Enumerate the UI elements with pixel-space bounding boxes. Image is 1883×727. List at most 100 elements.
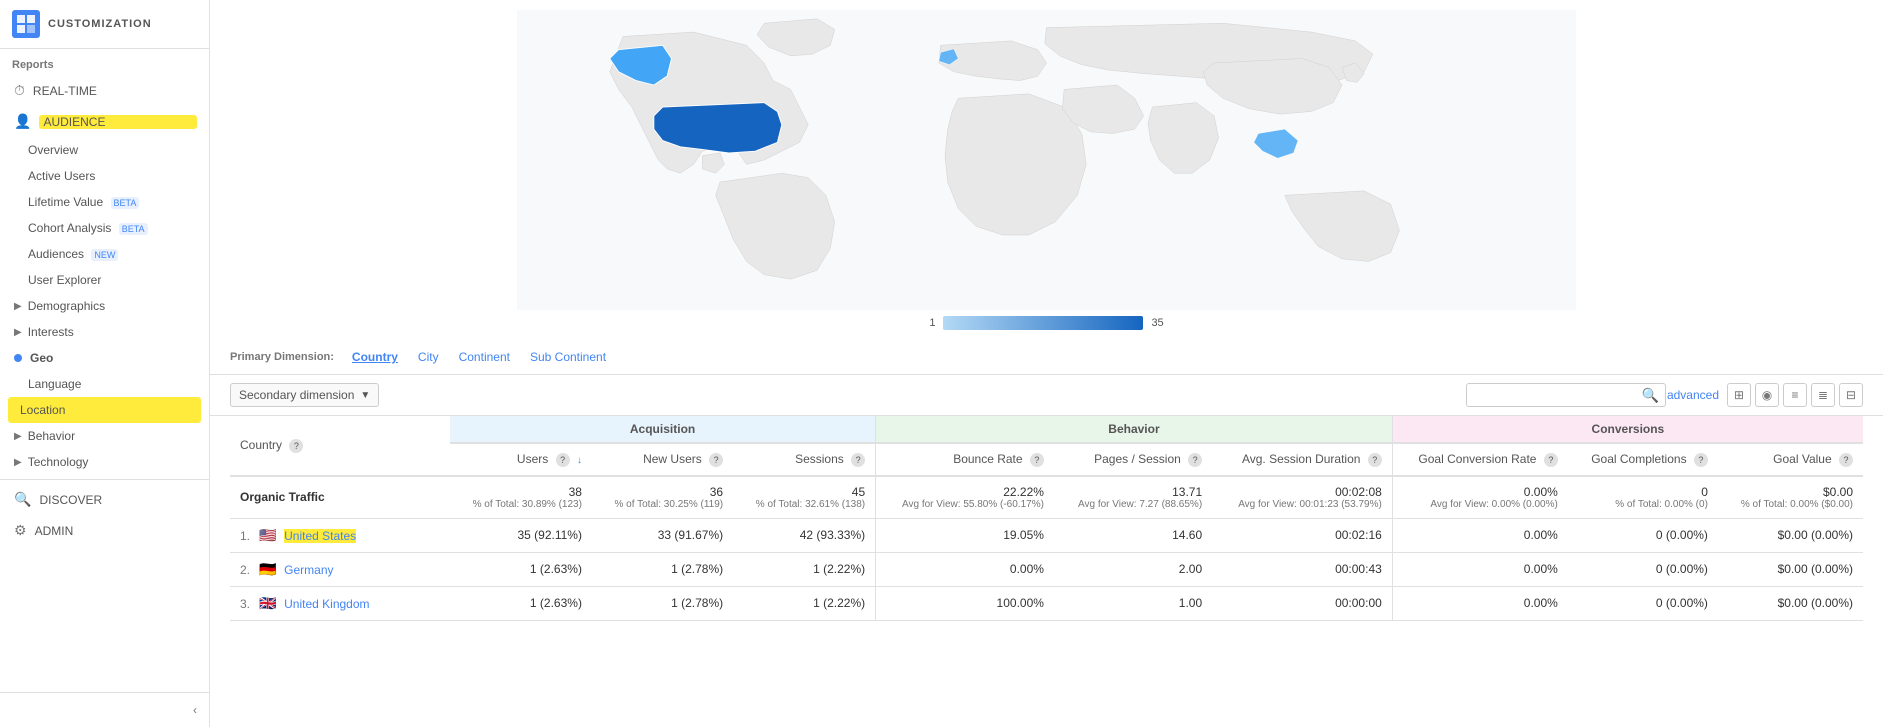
sidebar-item-location[interactable]: Location bbox=[8, 397, 201, 423]
country-link-gb[interactable]: United Kingdom bbox=[284, 597, 369, 611]
country-cell-us: 1. 🇺🇸 United States bbox=[230, 518, 450, 552]
dim-btn-continent[interactable]: Continent bbox=[453, 348, 516, 366]
new-users-help-icon[interactable]: ? bbox=[709, 453, 723, 467]
goal-conv-help-icon[interactable]: ? bbox=[1544, 453, 1558, 467]
bounce-rate-col-header[interactable]: Bounce Rate ? bbox=[876, 443, 1054, 476]
sidebar-item-geo[interactable]: Geo bbox=[0, 345, 209, 371]
sidebar-group-technology[interactable]: ▶ Technology bbox=[0, 449, 209, 475]
technology-label: Technology bbox=[28, 455, 89, 469]
sidebar-group-interests[interactable]: ▶ Interests bbox=[0, 319, 209, 345]
cohort-analysis-label: Cohort Analysis bbox=[28, 221, 111, 235]
admin-icon: ⚙ bbox=[14, 522, 27, 539]
secondary-dimension-select[interactable]: Secondary dimension ▼ bbox=[230, 383, 379, 407]
gb-pages: 1.00 bbox=[1054, 586, 1212, 620]
location-label: Location bbox=[20, 403, 65, 417]
sidebar-item-active-users[interactable]: Active Users bbox=[0, 163, 209, 189]
sidebar-item-admin[interactable]: ⚙ ADMIN bbox=[0, 515, 209, 546]
data-table: Country ? Acquisition Behavior Conversio… bbox=[230, 416, 1863, 621]
sidebar-group-behavior[interactable]: ▶ Behavior bbox=[0, 423, 209, 449]
new-users-col-header[interactable]: New Users ? bbox=[592, 443, 733, 476]
organic-goal-conv-cell: 0.00% Avg for View: 0.00% (0.00%) bbox=[1392, 476, 1568, 519]
goal-value-help-icon[interactable]: ? bbox=[1839, 453, 1853, 467]
country-link-us[interactable]: United States bbox=[284, 529, 356, 543]
interests-label: Interests bbox=[28, 325, 74, 339]
de-new-users: 1 (2.78%) bbox=[592, 552, 733, 586]
chevron-right-icon-tech: ▶ bbox=[14, 457, 22, 468]
duration-help-icon[interactable]: ? bbox=[1368, 453, 1382, 467]
audiences-label: Audiences bbox=[28, 247, 84, 261]
organic-traffic-row: Organic Traffic 38 % of Total: 30.89% (1… bbox=[230, 476, 1863, 519]
gb-sessions: 1 (2.22%) bbox=[733, 586, 876, 620]
beta-badge-cohort: BETA bbox=[119, 223, 148, 235]
table-container: Country ? Acquisition Behavior Conversio… bbox=[210, 416, 1883, 621]
goal-value-col-header[interactable]: Goal Value ? bbox=[1718, 443, 1863, 476]
row-num-de: 2. bbox=[240, 563, 250, 577]
sidebar-item-overview[interactable]: Overview bbox=[0, 137, 209, 163]
goal-conv-col-header[interactable]: Goal Conversion Rate ? bbox=[1392, 443, 1568, 476]
sidebar-item-language[interactable]: Language bbox=[0, 371, 209, 397]
sidebar-item-discover[interactable]: 🔍 DISCOVER bbox=[0, 484, 209, 515]
view-bar-btn[interactable]: ≡ bbox=[1783, 383, 1807, 407]
us-new-users: 33 (91.67%) bbox=[592, 518, 733, 552]
dim-btn-city[interactable]: City bbox=[412, 348, 445, 366]
collapse-icon: ‹ bbox=[193, 703, 197, 717]
user-explorer-label: User Explorer bbox=[28, 273, 101, 287]
primary-dimension-bar: Primary Dimension: Country City Continen… bbox=[210, 340, 1883, 375]
search-icon[interactable]: 🔍 bbox=[1642, 387, 1659, 404]
sidebar-group-demographics[interactable]: ▶ Demographics bbox=[0, 293, 209, 319]
geo-label: Geo bbox=[30, 351, 53, 365]
country-link-de[interactable]: Germany bbox=[284, 563, 333, 577]
country-help-icon[interactable]: ? bbox=[289, 439, 303, 453]
search-input[interactable] bbox=[1466, 383, 1666, 407]
clock-icon: ⏱ bbox=[14, 82, 25, 99]
realtime-label: REAL-TIME bbox=[33, 84, 197, 98]
sidebar-item-cohort-analysis[interactable]: Cohort Analysis BETA bbox=[0, 215, 209, 241]
sidebar-item-audience[interactable]: 👤 AUDIENCE bbox=[0, 106, 209, 137]
app-title: CUSTOMIZATION bbox=[48, 18, 152, 30]
main-content: 1 35 Primary Dimension: Country City Con… bbox=[210, 0, 1883, 727]
admin-label: ADMIN bbox=[35, 524, 197, 538]
view-grid-btn[interactable]: ⊟ bbox=[1839, 383, 1863, 407]
sort-icon-users: ↓ bbox=[577, 455, 582, 466]
sidebar-header: CUSTOMIZATION bbox=[0, 0, 209, 49]
users-help-icon[interactable]: ? bbox=[556, 453, 570, 467]
avg-duration-col-header[interactable]: Avg. Session Duration ? bbox=[1212, 443, 1392, 476]
view-table-btn[interactable]: ⊞ bbox=[1727, 383, 1751, 407]
completions-help-icon[interactable]: ? bbox=[1694, 453, 1708, 467]
organic-sessions-cell: 45 % of Total: 32.61% (138) bbox=[733, 476, 876, 519]
goal-completions-col-header[interactable]: Goal Completions ? bbox=[1568, 443, 1718, 476]
sidebar: CUSTOMIZATION Reports ⏱ REAL-TIME 👤 AUDI… bbox=[0, 0, 210, 727]
country-cell-gb: 3. 🇬🇧 United Kingdom bbox=[230, 586, 450, 620]
organic-goal-value-cell: $0.00 % of Total: 0.00% ($0.00) bbox=[1718, 476, 1863, 519]
advanced-link[interactable]: advanced bbox=[1667, 388, 1719, 402]
collapse-sidebar-button[interactable]: ‹ bbox=[0, 692, 209, 727]
app-logo bbox=[12, 10, 40, 38]
dim-btn-country[interactable]: Country bbox=[346, 348, 404, 366]
overview-label: Overview bbox=[28, 143, 78, 157]
country-cell-de: 2. 🇩🇪 Germany bbox=[230, 552, 450, 586]
organic-pages-cell: 13.71 Avg for View: 7.27 (88.65%) bbox=[1054, 476, 1212, 519]
map-max-label: 35 bbox=[1151, 317, 1163, 329]
dim-btn-subcontinent[interactable]: Sub Continent bbox=[524, 348, 612, 366]
us-users: 35 (92.11%) bbox=[450, 518, 592, 552]
beta-badge-lifetime: BETA bbox=[111, 197, 140, 209]
sidebar-item-user-explorer[interactable]: User Explorer bbox=[0, 267, 209, 293]
pages-help-icon[interactable]: ? bbox=[1188, 453, 1202, 467]
view-chart-btn[interactable]: ◉ bbox=[1755, 383, 1779, 407]
sessions-help-icon[interactable]: ? bbox=[851, 453, 865, 467]
de-bounce: 0.00% bbox=[876, 552, 1054, 586]
bounce-rate-help-icon[interactable]: ? bbox=[1030, 453, 1044, 467]
sessions-col-header[interactable]: Sessions ? bbox=[733, 443, 876, 476]
world-map bbox=[230, 10, 1863, 310]
audience-label: AUDIENCE bbox=[39, 115, 197, 129]
sidebar-item-audiences[interactable]: Audiences NEW bbox=[0, 241, 209, 267]
gb-new-users: 1 (2.78%) bbox=[592, 586, 733, 620]
view-list-btn[interactable]: ≣ bbox=[1811, 383, 1835, 407]
de-sessions: 1 (2.22%) bbox=[733, 552, 876, 586]
sidebar-item-realtime[interactable]: ⏱ REAL-TIME bbox=[0, 75, 209, 106]
de-pages: 2.00 bbox=[1054, 552, 1212, 586]
users-col-header[interactable]: Users ? ↓ bbox=[450, 443, 592, 476]
table-row: 3. 🇬🇧 United Kingdom 1 (2.63%) 1 (2.78%)… bbox=[230, 586, 1863, 620]
sidebar-item-lifetime-value[interactable]: Lifetime Value BETA bbox=[0, 189, 209, 215]
pages-session-col-header[interactable]: Pages / Session ? bbox=[1054, 443, 1212, 476]
